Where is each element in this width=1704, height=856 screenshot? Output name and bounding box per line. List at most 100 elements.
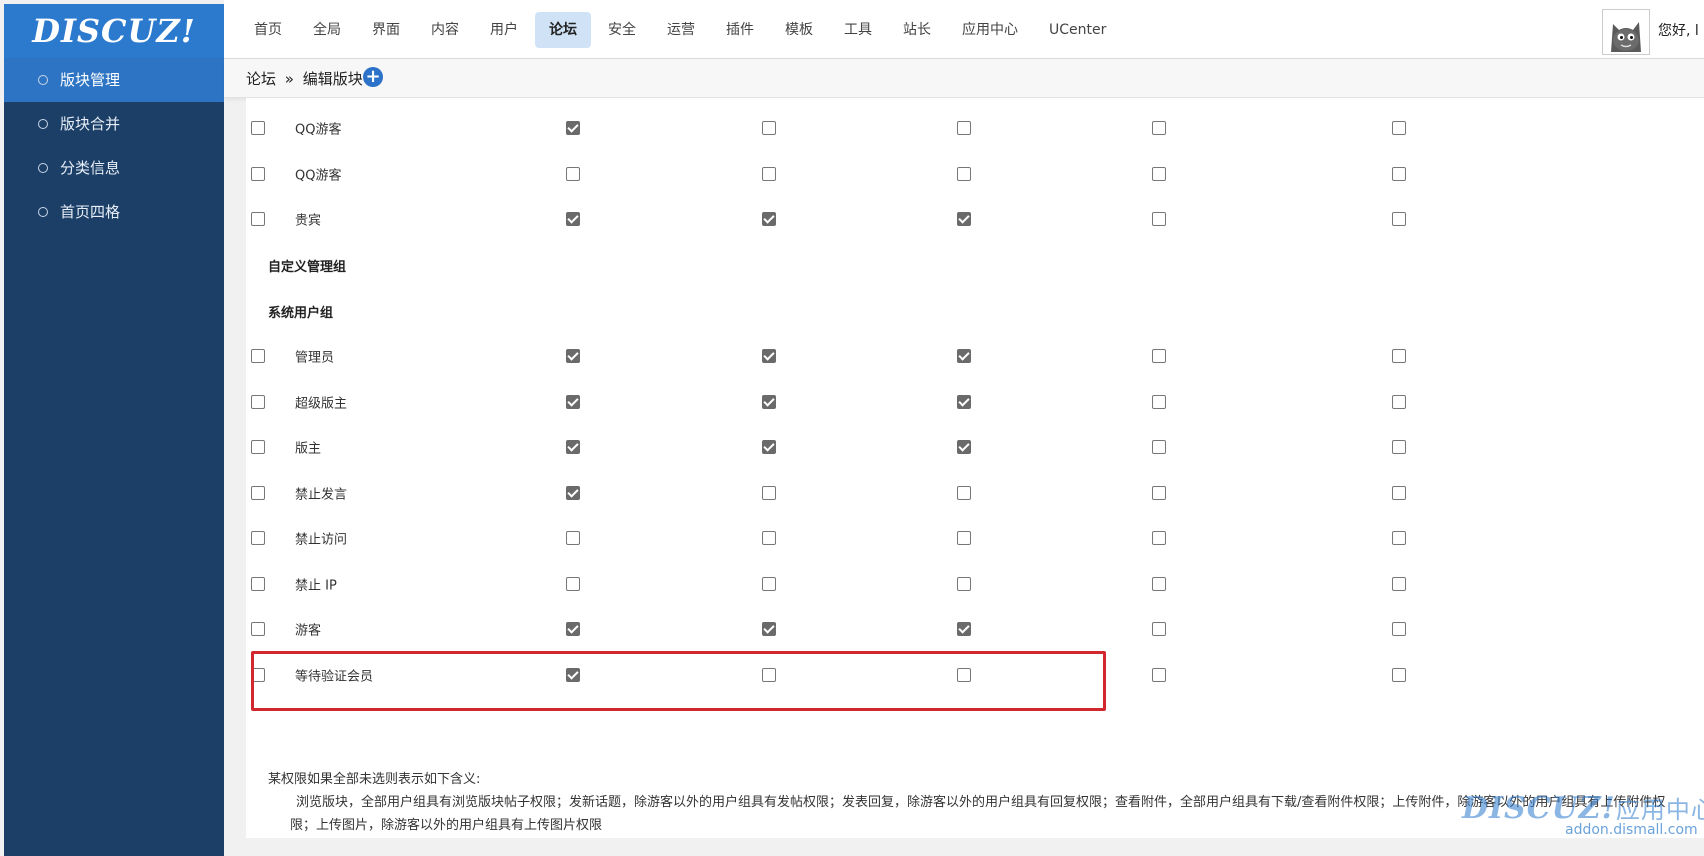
nav-item-0[interactable]: 首页 <box>240 12 296 48</box>
permission-row: 游客 <box>246 604 1704 653</box>
permission-checkbox[interactable] <box>957 166 971 181</box>
permission-checkbox[interactable] <box>762 348 776 363</box>
permission-checkbox[interactable] <box>566 667 580 682</box>
permission-checkbox[interactable] <box>762 530 776 545</box>
permission-checkbox[interactable] <box>957 439 971 454</box>
sidebar-item-label: 首页四格 <box>60 203 121 221</box>
permission-checkbox[interactable] <box>762 211 776 226</box>
row-select-checkbox[interactable] <box>251 166 265 181</box>
nav-item-13[interactable]: UCenter <box>1035 12 1120 48</box>
permission-checkbox[interactable] <box>1392 348 1406 363</box>
permission-checkbox[interactable] <box>1152 530 1166 545</box>
permission-checkbox[interactable] <box>1392 530 1406 545</box>
row-select-checkbox[interactable] <box>251 667 265 682</box>
row-select-checkbox[interactable] <box>251 530 265 545</box>
nav-item-2[interactable]: 界面 <box>358 12 414 48</box>
permission-checkbox[interactable] <box>762 120 776 135</box>
permission-checkbox[interactable] <box>566 348 580 363</box>
nav-item-10[interactable]: 工具 <box>830 12 886 48</box>
permission-checkbox[interactable] <box>1392 485 1406 500</box>
permission-checkbox[interactable] <box>1152 211 1166 226</box>
add-forum-button[interactable]: + <box>363 67 383 87</box>
row-select-checkbox[interactable] <box>251 394 265 409</box>
permission-checkbox[interactable] <box>1152 576 1166 591</box>
nav-item-11[interactable]: 站长 <box>889 12 945 48</box>
nav-item-8[interactable]: 插件 <box>712 12 768 48</box>
permission-checkbox[interactable] <box>566 394 580 409</box>
group-name: QQ游客 <box>295 122 342 137</box>
row-select-checkbox[interactable] <box>251 576 265 591</box>
permission-checkbox[interactable] <box>1152 621 1166 636</box>
permission-checkbox[interactable] <box>566 485 580 500</box>
breadcrumb-separator: » <box>284 70 294 88</box>
group-name: 版主 <box>295 441 322 456</box>
permission-checkbox[interactable] <box>1152 120 1166 135</box>
nav-item-4[interactable]: 用户 <box>476 12 532 48</box>
permission-checkbox[interactable] <box>1392 667 1406 682</box>
nav-item-7[interactable]: 运营 <box>653 12 709 48</box>
breadcrumb-root[interactable]: 论坛 <box>246 70 276 88</box>
permission-checkbox[interactable] <box>957 211 971 226</box>
permission-checkbox[interactable] <box>1392 621 1406 636</box>
permission-checkbox[interactable] <box>957 348 971 363</box>
permission-checkbox[interactable] <box>1152 348 1166 363</box>
permission-checkbox[interactable] <box>957 120 971 135</box>
permission-row: 超级版主 <box>246 377 1704 426</box>
permission-checkbox[interactable] <box>957 394 971 409</box>
nav-item-3[interactable]: 内容 <box>417 12 473 48</box>
permission-checkbox[interactable] <box>762 166 776 181</box>
permission-checkbox[interactable] <box>1392 576 1406 591</box>
nav-item-5[interactable]: 论坛 <box>535 12 591 48</box>
permission-checkbox[interactable] <box>1152 439 1166 454</box>
permission-checkbox[interactable] <box>957 667 971 682</box>
nav-item-1[interactable]: 全局 <box>299 12 355 48</box>
nav-item-6[interactable]: 安全 <box>594 12 650 48</box>
permission-note: 某权限如果全部未选则表示如下含义: 浏览版块，全部用户组具有浏览版块帖子权限；发… <box>268 768 1665 837</box>
sidebar-item-3[interactable]: 首页四格 <box>4 190 224 234</box>
sidebar-item-2[interactable]: 分类信息 <box>4 146 224 190</box>
permission-checkbox[interactable] <box>762 485 776 500</box>
nav-item-9[interactable]: 模板 <box>771 12 827 48</box>
permission-checkbox[interactable] <box>1152 485 1166 500</box>
permission-checkbox[interactable] <box>1152 667 1166 682</box>
row-select-checkbox[interactable] <box>251 485 265 500</box>
permission-checkbox[interactable] <box>762 667 776 682</box>
permission-checkbox[interactable] <box>762 439 776 454</box>
permission-checkbox[interactable] <box>1392 211 1406 226</box>
permission-checkbox[interactable] <box>1392 120 1406 135</box>
sidebar-item-0[interactable]: 版块管理 <box>4 58 224 102</box>
sidebar-item-label: 版块合并 <box>60 115 121 133</box>
permission-checkbox[interactable] <box>566 211 580 226</box>
permission-checkbox[interactable] <box>957 621 971 636</box>
row-select-checkbox[interactable] <box>251 348 265 363</box>
permission-checkbox[interactable] <box>762 394 776 409</box>
permission-checkbox[interactable] <box>566 530 580 545</box>
avatar[interactable] <box>1602 9 1650 55</box>
permission-checkbox[interactable] <box>1392 439 1406 454</box>
permission-checkbox[interactable] <box>566 439 580 454</box>
sidebar-item-1[interactable]: 版块合并 <box>4 102 224 146</box>
permission-checkbox[interactable] <box>957 530 971 545</box>
note-line-2: 限；上传图片，除游客以外的用户组具有上传图片权限 <box>290 818 603 833</box>
row-select-checkbox[interactable] <box>251 439 265 454</box>
permission-checkbox[interactable] <box>1152 394 1166 409</box>
nav-item-12[interactable]: 应用中心 <box>948 12 1032 48</box>
row-select-checkbox[interactable] <box>251 120 265 135</box>
permission-checkbox[interactable] <box>762 576 776 591</box>
permission-checkbox[interactable] <box>1392 394 1406 409</box>
permission-row: QQ游客 <box>246 103 1704 152</box>
discuz-logo[interactable]: DISCUZ! <box>4 4 224 58</box>
permission-checkbox[interactable] <box>1392 166 1406 181</box>
circle-icon <box>38 162 48 173</box>
row-select-checkbox[interactable] <box>251 621 265 636</box>
permission-checkbox[interactable] <box>1152 166 1166 181</box>
permission-checkbox[interactable] <box>957 485 971 500</box>
permission-row: 等待验证会员 <box>246 650 1704 699</box>
permission-checkbox[interactable] <box>762 621 776 636</box>
permission-checkbox[interactable] <box>957 576 971 591</box>
permission-checkbox[interactable] <box>566 576 580 591</box>
permission-checkbox[interactable] <box>566 621 580 636</box>
row-select-checkbox[interactable] <box>251 211 265 226</box>
permission-checkbox[interactable] <box>566 166 580 181</box>
permission-checkbox[interactable] <box>566 120 580 135</box>
